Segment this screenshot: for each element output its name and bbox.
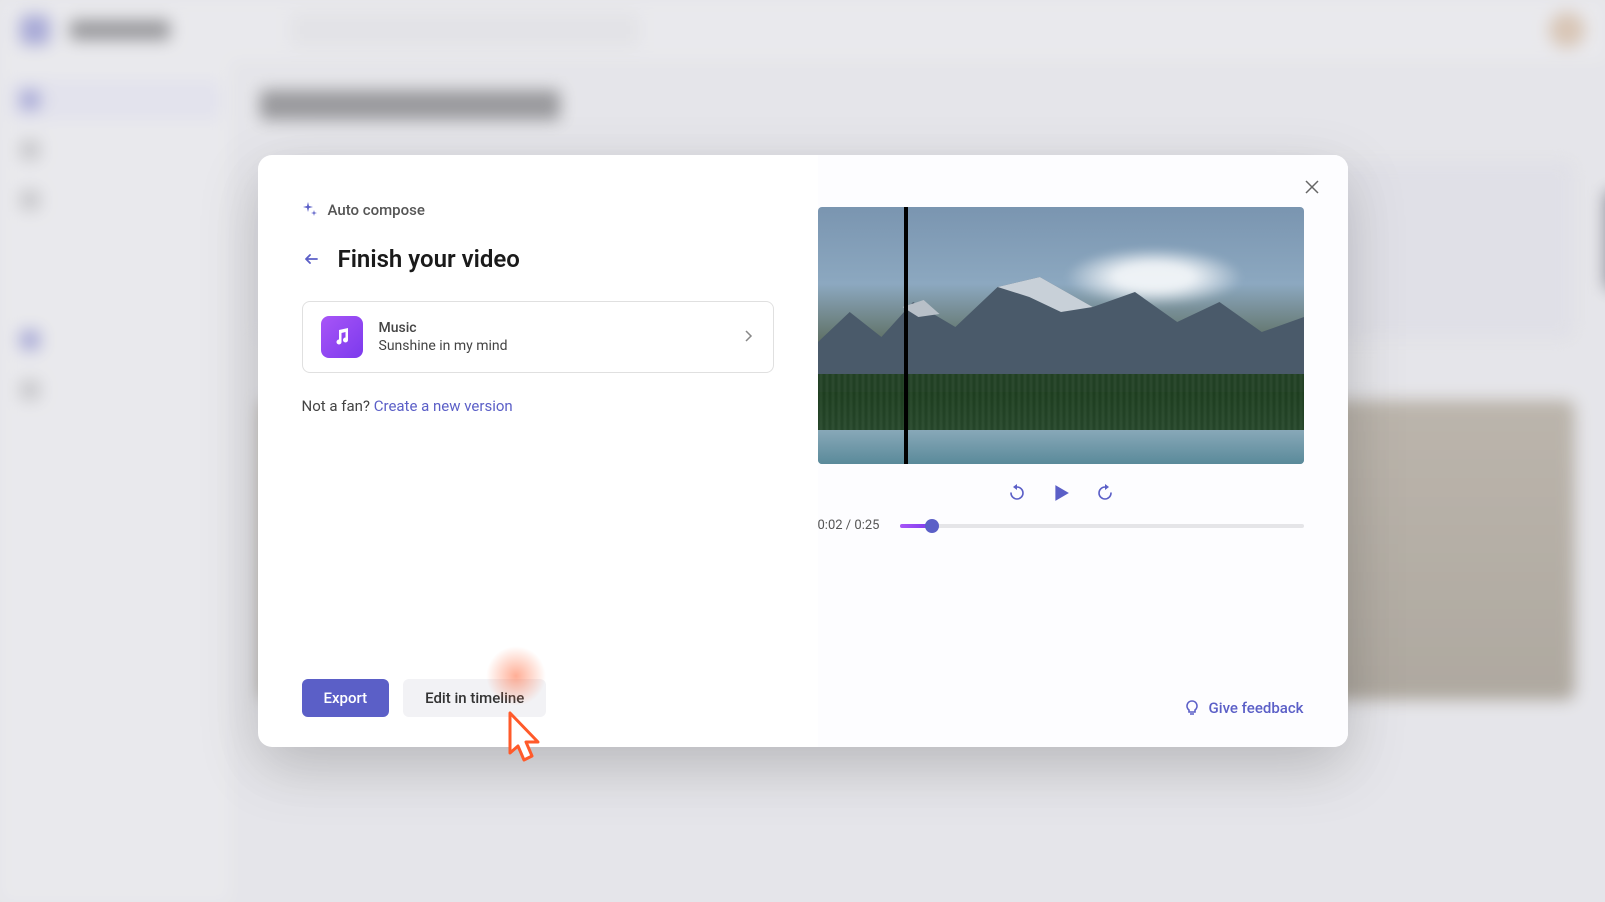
rewind-button[interactable]	[1006, 482, 1028, 504]
progress-row: 0:02 / 0:25	[818, 518, 1304, 533]
modal-title: Finish your video	[338, 245, 520, 273]
play-button[interactable]	[1050, 482, 1072, 504]
forward-button[interactable]	[1094, 482, 1116, 504]
progress-thumb[interactable]	[925, 519, 939, 533]
finish-video-modal: Auto compose Finish your video Music Sun…	[258, 155, 1348, 747]
edit-in-timeline-button[interactable]: Edit in timeline	[403, 679, 546, 717]
auto-compose-label: Auto compose	[328, 201, 425, 219]
music-text: Music Sunshine in my mind	[379, 320, 725, 354]
time-label: 0:02 / 0:25	[818, 518, 886, 533]
feedback-label: Give feedback	[1209, 699, 1304, 717]
cursor-pointer-annotation	[490, 708, 550, 782]
progress-slider[interactable]	[900, 524, 1304, 528]
music-track-name: Sunshine in my mind	[379, 338, 725, 354]
create-new-version-link[interactable]: Create a new version	[374, 397, 513, 415]
music-section-label: Music	[379, 320, 725, 336]
title-row: Finish your video	[302, 245, 774, 273]
back-button[interactable]	[302, 249, 322, 269]
forward-icon	[1095, 483, 1115, 503]
not-a-fan-text: Not a fan?	[302, 397, 374, 415]
player-controls	[818, 482, 1304, 504]
close-icon	[1305, 180, 1319, 194]
total-time: 0:25	[854, 518, 879, 533]
lightbulb-icon	[1183, 699, 1201, 717]
sparkle-icon	[302, 202, 318, 218]
modal-right-panel: 0:02 / 0:25 Give feedback	[818, 155, 1348, 747]
arrow-left-icon	[303, 250, 321, 268]
modal-overlay: Auto compose Finish your video Music Sun…	[0, 0, 1605, 902]
chevron-right-icon	[741, 328, 755, 347]
auto-compose-header: Auto compose	[302, 201, 774, 219]
rewind-icon	[1007, 483, 1027, 503]
music-icon	[321, 316, 363, 358]
music-selector-card[interactable]: Music Sunshine in my mind	[302, 301, 774, 373]
current-time: 0:02	[818, 518, 843, 533]
give-feedback-link[interactable]: Give feedback	[818, 679, 1304, 717]
video-preview[interactable]	[818, 207, 1304, 464]
export-button[interactable]: Export	[302, 679, 390, 717]
not-a-fan-row: Not a fan? Create a new version	[302, 397, 774, 415]
modal-footer: Export Edit in timeline	[302, 679, 547, 717]
modal-left-panel: Auto compose Finish your video Music Sun…	[258, 155, 818, 747]
play-icon	[1052, 484, 1070, 502]
close-button[interactable]	[1298, 173, 1326, 201]
